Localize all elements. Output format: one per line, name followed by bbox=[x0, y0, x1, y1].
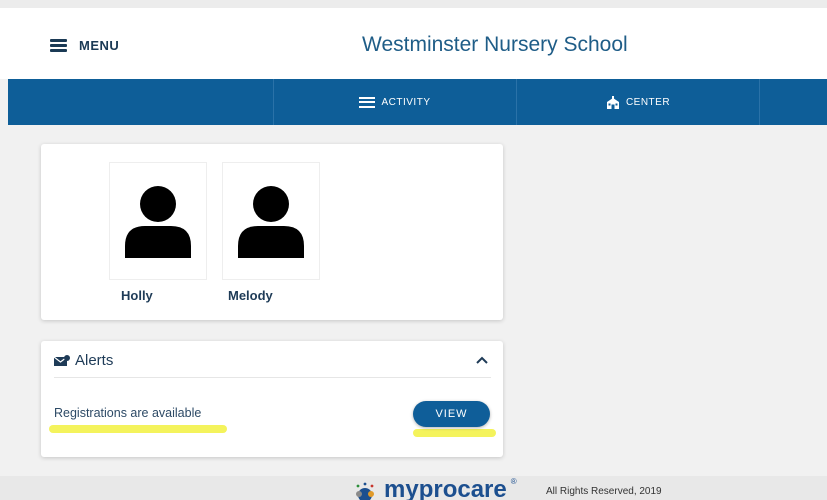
highlight-mark bbox=[413, 429, 496, 437]
child-avatar bbox=[222, 162, 320, 280]
envelope-icon bbox=[54, 354, 70, 366]
child-name: Melody bbox=[228, 288, 273, 303]
school-title: Westminster Nursery School bbox=[362, 33, 628, 56]
list-icon bbox=[359, 96, 376, 108]
alerts-title: Alerts bbox=[75, 352, 114, 369]
registered-mark: ® bbox=[510, 477, 517, 486]
alerts-header: Alerts bbox=[54, 352, 113, 369]
highlight-mark bbox=[49, 425, 227, 433]
tab-activity-label: ACTIVITY bbox=[381, 96, 431, 108]
person-icon bbox=[125, 186, 191, 258]
nav-bar: ACTIVITY CENTER bbox=[8, 79, 827, 125]
brand-logo: myprocare ® bbox=[350, 476, 517, 500]
divider bbox=[54, 377, 491, 378]
hamburger-icon bbox=[50, 39, 67, 52]
building-icon bbox=[606, 95, 619, 109]
tab-activity[interactable]: ACTIVITY bbox=[274, 79, 517, 125]
chevron-up-icon[interactable] bbox=[473, 353, 491, 367]
top-bar: MENU Westminster Nursery School bbox=[0, 0, 827, 79]
child-avatar bbox=[109, 162, 207, 280]
nav-spacer bbox=[8, 79, 274, 125]
child-name: Holly bbox=[121, 288, 153, 303]
child-holly[interactable]: Holly bbox=[109, 162, 207, 303]
view-button[interactable]: VIEW bbox=[413, 401, 490, 427]
footer: myprocare ® All Rights Reserved, 2019 bbox=[0, 476, 827, 500]
person-icon bbox=[238, 186, 304, 258]
children-card: Holly Melody bbox=[41, 144, 503, 320]
tab-center[interactable]: CENTER bbox=[517, 79, 760, 125]
nav-spacer-end bbox=[760, 79, 827, 125]
child-melody[interactable]: Melody bbox=[222, 162, 320, 303]
tab-center-label: CENTER bbox=[625, 96, 671, 108]
alert-message: Registrations are available bbox=[54, 406, 202, 420]
brand-name: myprocare bbox=[384, 476, 507, 500]
alerts-card: Alerts Registrations are available VIEW bbox=[41, 341, 503, 457]
menu-button[interactable]: MENU bbox=[50, 38, 119, 53]
procare-logo-icon bbox=[356, 482, 374, 500]
menu-label: MENU bbox=[79, 38, 120, 53]
copyright: All Rights Reserved, 2019 bbox=[546, 486, 662, 497]
